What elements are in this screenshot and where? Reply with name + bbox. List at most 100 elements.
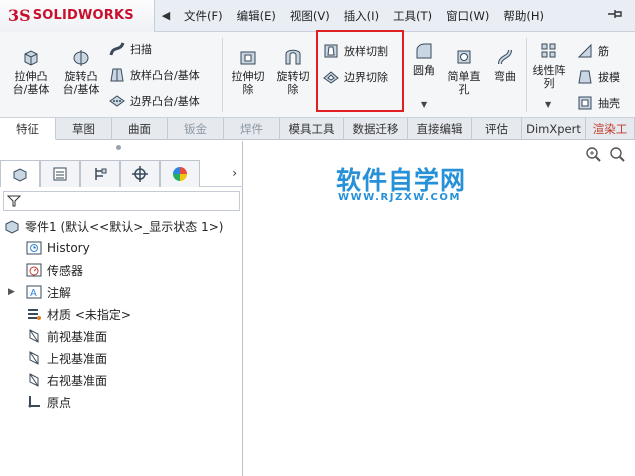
menu-insert[interactable]: 插入(I) [337, 8, 386, 24]
tree-item-top-plane[interactable]: 上视基准面 [0, 347, 243, 369]
menu-bar: 3S SOLIDWORKS ◀ 文件(F) 编辑(E) 视图(V) 插入(I) … [0, 0, 635, 32]
tab-dimxpert[interactable]: DimXpert [522, 118, 586, 140]
revolve-boss-icon [73, 50, 89, 66]
origin-icon [28, 396, 40, 408]
linear-pattern-label: 线性阵 列 [532, 64, 566, 90]
tree-item-annotations[interactable]: ▶ A 注解 [0, 281, 243, 303]
tab-evaluate[interactable]: 评估 [472, 118, 522, 140]
tab-render[interactable]: 渲染工 [586, 118, 635, 140]
part-icon [5, 220, 19, 234]
tab-surfaces[interactable]: 曲面 [112, 118, 168, 140]
revolve-cut-button[interactable]: 旋转切 除 [270, 46, 316, 96]
fillet-dropdown-icon[interactable]: ▼ [421, 100, 427, 109]
fillet-label: 圆角 [413, 64, 435, 77]
plane-icon [29, 329, 39, 343]
loft-boss-button[interactable]: 放样凸台/基体 [108, 64, 200, 86]
tree-root-part[interactable]: 零件1 (默认<<默认>_显示状态 1>) [0, 215, 243, 237]
linear-pattern-button[interactable]: 线性阵 列 [528, 40, 570, 90]
svg-text:A: A [30, 288, 37, 299]
history-icon [26, 241, 42, 255]
feature-manager-panel: › 零件1 (默认<<默认>_显示状态 1>) History 传感器 ▶ A [0, 141, 243, 476]
shell-button[interactable]: 抽壳 [576, 92, 620, 114]
boundary-boss-button[interactable]: 边界凸台/基体 [108, 90, 200, 112]
zoom-area-icon[interactable] [608, 145, 626, 163]
extrude-boss-button[interactable]: 拉伸凸 台/基体 [6, 46, 56, 96]
linear-pattern-icon [541, 43, 556, 58]
annotation-icon: A [26, 285, 42, 299]
tab-direct-editing[interactable]: 直接编辑 [408, 118, 472, 140]
tree-item-label: 原点 [47, 395, 72, 410]
revolve-boss-button[interactable]: 旋转凸 台/基体 [56, 46, 106, 96]
solidworks-window: 3S SOLIDWORKS ◀ 文件(F) 编辑(E) 视图(V) 插入(I) … [0, 0, 635, 476]
panel-grip[interactable] [116, 145, 121, 150]
tree-filter[interactable] [3, 191, 240, 211]
graphics-area[interactable]: 软件自学网 WWW.RJZXW.COM [244, 141, 635, 476]
tree-item-label: 材质 <未指定> [47, 307, 131, 322]
solidworks-logo[interactable]: 3S SOLIDWORKS [0, 0, 155, 32]
tree-item-sensors[interactable]: 传感器 [0, 259, 243, 281]
zoom-to-fit-icon[interactable] [584, 145, 602, 163]
panel-tabs: › [0, 159, 243, 187]
shell-label: 抽壳 [598, 97, 620, 110]
flex-icon [498, 49, 512, 65]
property-manager-tab-icon[interactable] [40, 159, 80, 187]
tree-item-material[interactable]: 材质 <未指定> [0, 303, 243, 325]
material-icon [28, 309, 41, 320]
rib-label: 筋 [598, 45, 609, 58]
extrude-cut-button[interactable]: 拉伸切 除 [226, 46, 270, 96]
loft-boss-label: 放样凸台/基体 [130, 69, 200, 82]
separator [526, 38, 527, 112]
tree-item-history[interactable]: History [0, 237, 243, 259]
rib-icon [577, 43, 592, 58]
tab-data-migration[interactable]: 数据迁移 [344, 118, 408, 140]
tab-sheet-metal[interactable]: 钣金 [168, 118, 224, 140]
menu-view[interactable]: 视图(V) [283, 8, 337, 24]
revolve-cut-icon [285, 49, 301, 65]
menu-collapse-arrow-icon[interactable]: ◀ [155, 9, 177, 22]
extrude-boss-label: 拉伸凸 台/基体 [12, 70, 50, 96]
tree-item-label: 注解 [47, 285, 72, 300]
fillet-button[interactable]: 圆角 [408, 40, 440, 77]
filter-icon [7, 195, 21, 207]
rib-button[interactable]: 筋 [576, 40, 609, 62]
plane-icon [29, 351, 39, 365]
dimxpert-tab-icon[interactable] [120, 159, 160, 187]
tab-sketch[interactable]: 草图 [56, 118, 112, 140]
menu-window[interactable]: 窗口(W) [439, 8, 496, 24]
tab-features[interactable]: 特征 [0, 118, 56, 140]
flex-button[interactable]: 弯曲 [488, 46, 522, 83]
pin-icon[interactable] [607, 8, 623, 24]
configuration-manager-tab-icon[interactable] [80, 159, 120, 187]
tab-mold-tools[interactable]: 模具工具 [280, 118, 344, 140]
tree-item-front-plane[interactable]: 前视基准面 [0, 325, 243, 347]
separator [222, 38, 223, 112]
menu-tools[interactable]: 工具(T) [386, 8, 439, 24]
sweep-icon [109, 42, 125, 56]
menu-help[interactable]: 帮助(H) [496, 8, 551, 24]
hole-icon [457, 50, 471, 64]
feature-tree-tab-icon[interactable] [0, 159, 40, 187]
menu-edit[interactable]: 编辑(E) [230, 8, 283, 24]
expand-arrow-icon[interactable]: ▶ [8, 287, 15, 297]
draft-label: 拔模 [598, 71, 620, 84]
panel-next-arrow-icon[interactable]: › [232, 166, 237, 180]
extrude-boss-icon [24, 50, 38, 66]
logo-mark: 3S [8, 6, 31, 25]
sensor-icon [26, 263, 42, 277]
simple-hole-button[interactable]: 简单直 孔 [442, 46, 486, 96]
pattern-dropdown-icon[interactable]: ▼ [545, 100, 551, 109]
extrude-cut-label: 拉伸切 除 [231, 70, 265, 96]
tree-item-origin[interactable]: 原点 [0, 391, 243, 413]
highlight-box [316, 30, 404, 112]
draft-icon [578, 70, 592, 84]
menu-file[interactable]: 文件(F) [177, 8, 230, 24]
sweep-button[interactable]: 扫描 [108, 38, 152, 60]
boundary-boss-label: 边界凸台/基体 [130, 95, 200, 108]
tree-item-right-plane[interactable]: 右视基准面 [0, 369, 243, 391]
tab-weldments[interactable]: 焊件 [224, 118, 280, 140]
display-manager-tab-icon[interactable] [160, 159, 200, 187]
flex-label: 弯曲 [494, 70, 516, 83]
draft-button[interactable]: 拔模 [576, 66, 620, 88]
tree-item-label: History [47, 241, 90, 255]
plane-icon [29, 373, 39, 387]
